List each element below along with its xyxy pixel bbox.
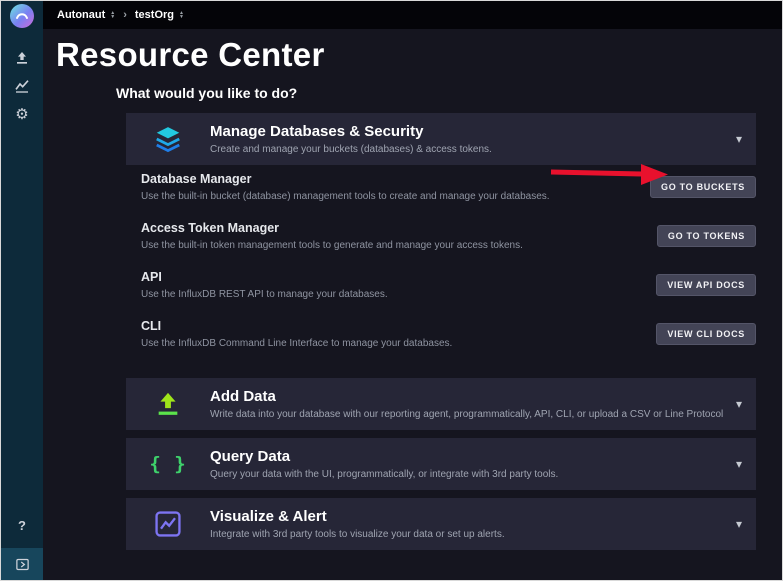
panel-title: Add Data [210, 388, 726, 405]
panel-body-manage-databases: Database Manager Use the built-in bucket… [126, 165, 756, 370]
panel-header-text: Manage Databases & Security Create and m… [210, 115, 726, 163]
braces-icon: { } [126, 453, 210, 475]
row-text: API Use the InfluxDB REST API to manage … [141, 270, 656, 300]
section-header-query-data[interactable]: { } Query Data Query your data with the … [126, 438, 756, 490]
page-question: What would you like to do? [116, 85, 782, 101]
panel-title: Visualize & Alert [210, 508, 726, 525]
sort-carets-icon: ▲▼ [179, 11, 184, 19]
workspace-switcher[interactable]: testOrg ▲▼ [135, 9, 184, 21]
row-description: Use the InfluxDB REST API to manage your… [141, 289, 644, 300]
view-cli-docs-button[interactable]: VIEW CLI DOCS [656, 323, 756, 345]
org-name: Autonaut [57, 9, 105, 21]
resource-panels: Manage Databases & Security Create and m… [126, 113, 756, 558]
sort-carets-icon: ▲▼ [110, 11, 115, 19]
nav-sidebar: ⚙ ? [1, 1, 43, 580]
row-title: CLI [141, 319, 644, 333]
row-api: API Use the InfluxDB REST API to manage … [141, 270, 756, 300]
panel-add-data: Add Data Write data into your database w… [126, 378, 756, 430]
chevron-down-icon[interactable]: ▾ [736, 397, 742, 411]
row-description: Use the built-in token management tools … [141, 240, 645, 251]
panel-description: Write data into your database with our r… [210, 409, 726, 420]
section-header-manage-databases[interactable]: Manage Databases & Security Create and m… [126, 113, 756, 165]
panel-header-text: Visualize & Alert Integrate with 3rd par… [210, 500, 726, 548]
go-to-buckets-button[interactable]: GO TO BUCKETS [650, 176, 756, 198]
row-text: Database Manager Use the built-in bucket… [141, 172, 650, 202]
panel-title: Manage Databases & Security [210, 123, 726, 140]
upload-icon [126, 390, 210, 418]
row-title: Access Token Manager [141, 221, 645, 235]
breadcrumb: Autonaut ▲▼ › testOrg ▲▼ [43, 1, 782, 29]
layers-icon [126, 124, 210, 154]
line-chart-icon [126, 510, 210, 538]
row-description: Use the InfluxDB Command Line Interface … [141, 338, 644, 349]
row-title: Database Manager [141, 172, 638, 186]
app-window: ⚙ ? Autonaut ▲▼ › testOrg ▲▼ Resource Ce… [0, 0, 783, 581]
section-header-visualize-alert[interactable]: Visualize & Alert Integrate with 3rd par… [126, 498, 756, 550]
org-switcher[interactable]: Autonaut ▲▼ [57, 9, 115, 21]
panel-visualize-alert: Visualize & Alert Integrate with 3rd par… [126, 498, 756, 550]
row-title: API [141, 270, 644, 284]
panel-description: Query your data with the UI, programmati… [210, 469, 726, 480]
settings-nav-icon[interactable]: ⚙ [1, 100, 43, 128]
panel-header-text: Query Data Query your data with the UI, … [210, 440, 726, 488]
upload-nav-icon[interactable] [1, 44, 43, 72]
logo-wave-icon [15, 9, 29, 23]
panel-description: Create and manage your buckets (database… [210, 144, 726, 155]
breadcrumb-separator: › [123, 9, 127, 21]
panel-query-data: { } Query Data Query your data with the … [126, 438, 756, 490]
row-access-token-manager: Access Token Manager Use the built-in to… [141, 221, 756, 251]
section-header-add-data[interactable]: Add Data Write data into your database w… [126, 378, 756, 430]
chevron-down-icon[interactable]: ▾ [736, 517, 742, 531]
graph-nav-icon[interactable] [1, 72, 43, 100]
row-text: CLI Use the InfluxDB Command Line Interf… [141, 319, 656, 349]
view-api-docs-button[interactable]: VIEW API DOCS [656, 274, 756, 296]
panel-description: Integrate with 3rd party tools to visual… [210, 529, 726, 540]
row-text: Access Token Manager Use the built-in to… [141, 221, 657, 251]
go-to-tokens-button[interactable]: GO TO TOKENS [657, 225, 756, 247]
main-content: Autonaut ▲▼ › testOrg ▲▼ Resource Center… [43, 1, 782, 580]
panel-title: Query Data [210, 448, 726, 465]
workspace-name: testOrg [135, 9, 174, 21]
chevron-down-icon[interactable]: ▾ [736, 132, 742, 146]
help-icon[interactable]: ? [1, 512, 43, 538]
expand-panel-icon[interactable] [1, 548, 43, 580]
row-description: Use the built-in bucket (database) manag… [141, 191, 638, 202]
panel-header-text: Add Data Write data into your database w… [210, 380, 726, 428]
panel-manage-databases: Manage Databases & Security Create and m… [126, 113, 756, 370]
influxdb-logo-icon[interactable] [10, 4, 34, 28]
row-database-manager: Database Manager Use the built-in bucket… [141, 172, 756, 202]
row-cli: CLI Use the InfluxDB Command Line Interf… [141, 319, 756, 349]
page-title: Resource Center [56, 36, 782, 74]
chevron-down-icon[interactable]: ▾ [736, 457, 742, 471]
